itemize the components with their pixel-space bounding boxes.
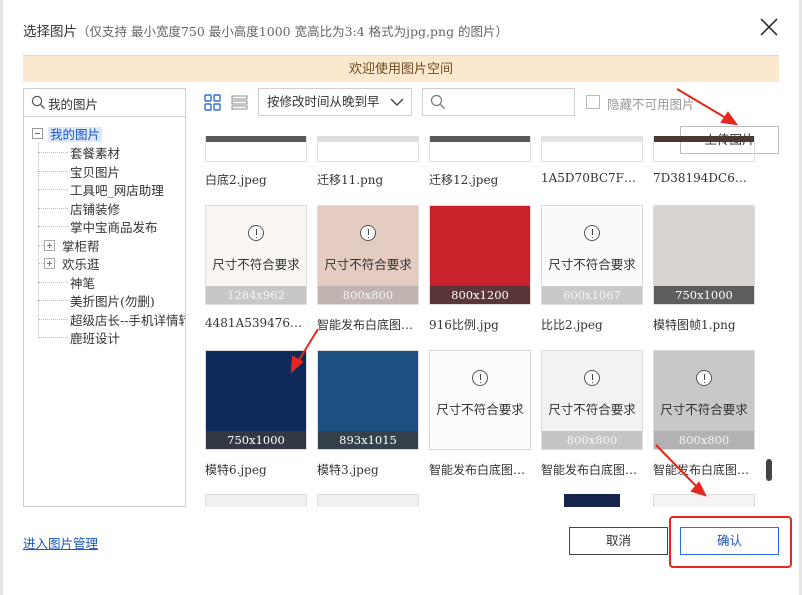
manage-images-link[interactable]: 进入图片管理 (23, 533, 98, 552)
image-filename: 4481A539476E46… (205, 316, 305, 330)
folder-sidebar: 我的图片 套餐素材 宝贝图片 工具吧_网店助理 店铺装修 掌中宝商品发布 掌柜帮… (23, 88, 186, 507)
tree-item[interactable]: 鹿班设计 (38, 328, 120, 346)
image-filename: 1A5D70BC7FBA… (541, 171, 641, 185)
search-icon (31, 95, 45, 109)
size-warning: 尺寸不符合要求 (324, 257, 412, 272)
image-filename: 智能发布白底图… (429, 463, 526, 477)
image-filename: 智能发布白底图… (653, 463, 750, 477)
image-thumb[interactable]: 893x1015 (317, 350, 419, 450)
exclamation-icon (584, 225, 600, 241)
expand-icon[interactable] (44, 258, 55, 269)
image-thumb[interactable]: 尺寸不符合要求 800x800 (653, 350, 755, 450)
tree-item[interactable]: 套餐素材 (38, 143, 120, 161)
image-thumb[interactable]: 尺寸不符合要求 800x800 (541, 350, 643, 450)
image-thumb[interactable] (205, 494, 307, 507)
tree-item[interactable]: 宝贝图片 (38, 162, 120, 180)
close-icon[interactable] (758, 16, 780, 38)
size-warning: 尺寸不符合要求 (660, 402, 748, 417)
image-thumb[interactable] (564, 494, 620, 507)
cancel-button[interactable]: 取消 (569, 527, 668, 555)
image-thumb[interactable] (653, 136, 755, 162)
hide-unavailable-checkbox[interactable] (586, 95, 600, 109)
tree-item[interactable]: 神笔 (38, 273, 95, 291)
image-filename: 模特6.jpeg (205, 463, 267, 477)
tree-item[interactable]: 工具吧_网店助理 (38, 180, 164, 198)
dialog-title: 选择图片（仅支持 最小宽度750 最小高度1000 宽高比为3:4 格式为jpg… (23, 20, 508, 40)
image-filename: 智能发布白底图… (541, 463, 638, 477)
exclamation-icon (584, 370, 600, 386)
image-thumb[interactable]: 750x1000 (205, 350, 307, 450)
folder-search-input[interactable] (48, 93, 180, 113)
window-edge-left (0, 0, 3, 595)
sort-select-value: 按修改时间从晚到早 (267, 94, 380, 109)
image-dimensions: 800x800 (318, 286, 418, 304)
welcome-banner: 欢迎使用图片空间 (23, 55, 779, 82)
image-dimensions: 600x1067 (542, 286, 642, 304)
dialog-subtitle: （仅支持 最小宽度750 最小高度1000 宽高比为3:4 格式为jpg,png… (77, 24, 509, 39)
image-thumb[interactable] (205, 136, 307, 162)
exclamation-icon (472, 370, 488, 386)
image-dimensions: 893x1015 (318, 431, 418, 449)
image-dimensions: 1284x962 (206, 286, 306, 304)
search-icon (430, 94, 445, 109)
expand-icon[interactable] (44, 239, 55, 251)
tree-item-expandable[interactable]: 欢乐逛 (38, 254, 100, 272)
image-filename: 7D38194DC6964… (653, 171, 753, 185)
folder-search (24, 89, 185, 117)
tree-root-label: 我的图片 (48, 127, 103, 142)
image-thumb[interactable] (653, 494, 755, 507)
image-filename: 模特图帧1.png (653, 318, 736, 332)
image-thumb[interactable]: 尺寸不符合要求 (429, 350, 531, 450)
image-dimensions: 750x1000 (206, 431, 306, 449)
sort-select[interactable]: 按修改时间从晚到早 (258, 88, 412, 116)
size-warning: 尺寸不符合要求 (212, 257, 300, 272)
image-filename: 迁移12.jpeg (429, 173, 499, 187)
grid-view-icon[interactable] (204, 94, 221, 111)
image-thumb[interactable] (317, 136, 419, 162)
image-thumb[interactable]: 尺寸不符合要求 600x1067 (541, 205, 643, 305)
hide-unavailable-label: 隐藏不可用图片 (607, 97, 693, 112)
image-filename: 白底2.jpeg (205, 173, 267, 187)
image-grid: 白底2.jpeg 迁移11.png 迁移12.jpeg 1A5D70BC7FBA… (196, 136, 771, 507)
image-thumb[interactable] (317, 494, 419, 507)
exclamation-icon (248, 225, 264, 241)
size-warning: 尺寸不符合要求 (548, 257, 636, 272)
list-view-icon[interactable] (231, 94, 248, 111)
image-dimensions: 800x800 (654, 431, 754, 449)
confirm-button[interactable]: 确认 (680, 527, 779, 555)
exclamation-icon (696, 370, 712, 386)
image-filename: 迁移11.png (317, 173, 384, 187)
image-filename: 916比例.jpg (429, 318, 499, 332)
image-search (422, 88, 575, 116)
image-thumb[interactable] (429, 136, 531, 162)
image-filename: 模特3.jpeg (317, 463, 379, 477)
tree-item[interactable]: 超级店长--手机详情转 (38, 310, 185, 328)
size-warning: 尺寸不符合要求 (436, 402, 524, 417)
tree-item[interactable]: 掌中宝商品发布 (38, 217, 158, 235)
image-dimensions: 800x1200 (430, 286, 530, 304)
grid-scrollbar-thumb[interactable] (766, 459, 772, 481)
image-thumb[interactable]: 800x1200 (429, 205, 531, 305)
image-thumb[interactable]: 750x1000 (653, 205, 755, 305)
image-thumb[interactable] (541, 136, 643, 162)
chevron-down-icon (390, 98, 404, 106)
tree-root-my-images[interactable]: 我的图片 (32, 123, 103, 142)
tree-item[interactable]: 店铺装修 (38, 199, 120, 217)
image-filename: 智能发布白底图… (317, 318, 414, 332)
tree-item-expandable[interactable]: 掌柜帮 (38, 236, 100, 254)
image-thumb[interactable]: 尺寸不符合要求 800x800 (317, 205, 419, 305)
image-dimensions: 800x800 (542, 431, 642, 449)
image-dimensions: 750x1000 (654, 286, 754, 304)
dialog-title-text: 选择图片 (23, 24, 77, 40)
tree-item[interactable]: 美折图片(勿删) (38, 291, 155, 309)
size-warning: 尺寸不符合要求 (548, 402, 636, 417)
collapse-icon[interactable] (32, 128, 43, 139)
exclamation-icon (360, 225, 376, 241)
image-filename: 比比2.jpeg (541, 318, 603, 332)
image-thumb[interactable]: 尺寸不符合要求 1284x962 (205, 205, 307, 305)
image-search-input[interactable] (449, 93, 571, 111)
